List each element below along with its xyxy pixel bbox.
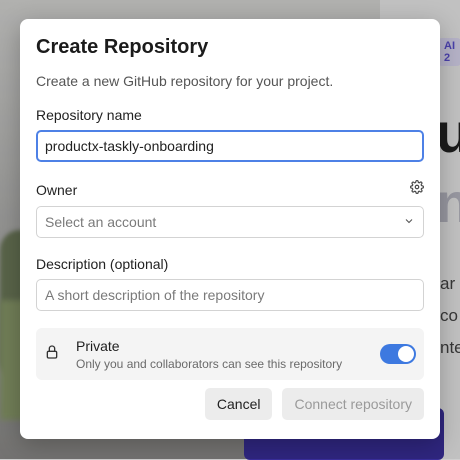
connect-repository-button[interactable]: Connect repository	[282, 388, 424, 420]
repo-name-group: Repository name productx-taskly-onboardi…	[36, 107, 424, 162]
description-group: Description (optional) A short descripti…	[36, 256, 424, 311]
dialog-actions: Cancel Connect repository	[204, 388, 424, 420]
description-label: Description (optional)	[36, 256, 169, 272]
dialog-subtitle: Create a new GitHub repository for your …	[36, 73, 334, 89]
private-description: Only you and collaborators can see this …	[76, 356, 343, 371]
dialog-title: Create Repository	[36, 36, 209, 58]
toggle-knob	[398, 346, 414, 362]
repo-name-input[interactable]: productx-taskly-onboarding	[36, 130, 424, 162]
owner-select[interactable]: Select an account	[36, 206, 424, 238]
chevron-down-icon	[403, 214, 415, 230]
private-title: Private	[76, 337, 120, 354]
cancel-button[interactable]: Cancel	[204, 388, 273, 420]
lock-icon	[44, 344, 76, 365]
owner-label: Owner	[36, 181, 78, 198]
description-placeholder: A short description of the repository	[45, 287, 265, 303]
description-input[interactable]: A short description of the repository	[36, 279, 424, 311]
owner-group: Owner Select an account	[36, 180, 424, 238]
gear-icon[interactable]	[410, 180, 424, 199]
private-toggle[interactable]	[380, 344, 416, 364]
private-setting: Private Only you and collaborators can s…	[36, 328, 424, 380]
repo-name-value: productx-taskly-onboarding	[45, 138, 214, 154]
repo-name-label: Repository name	[36, 107, 142, 123]
create-repository-dialog: Create Repository Create a new GitHub re…	[20, 19, 440, 439]
owner-placeholder: Select an account	[45, 214, 157, 230]
